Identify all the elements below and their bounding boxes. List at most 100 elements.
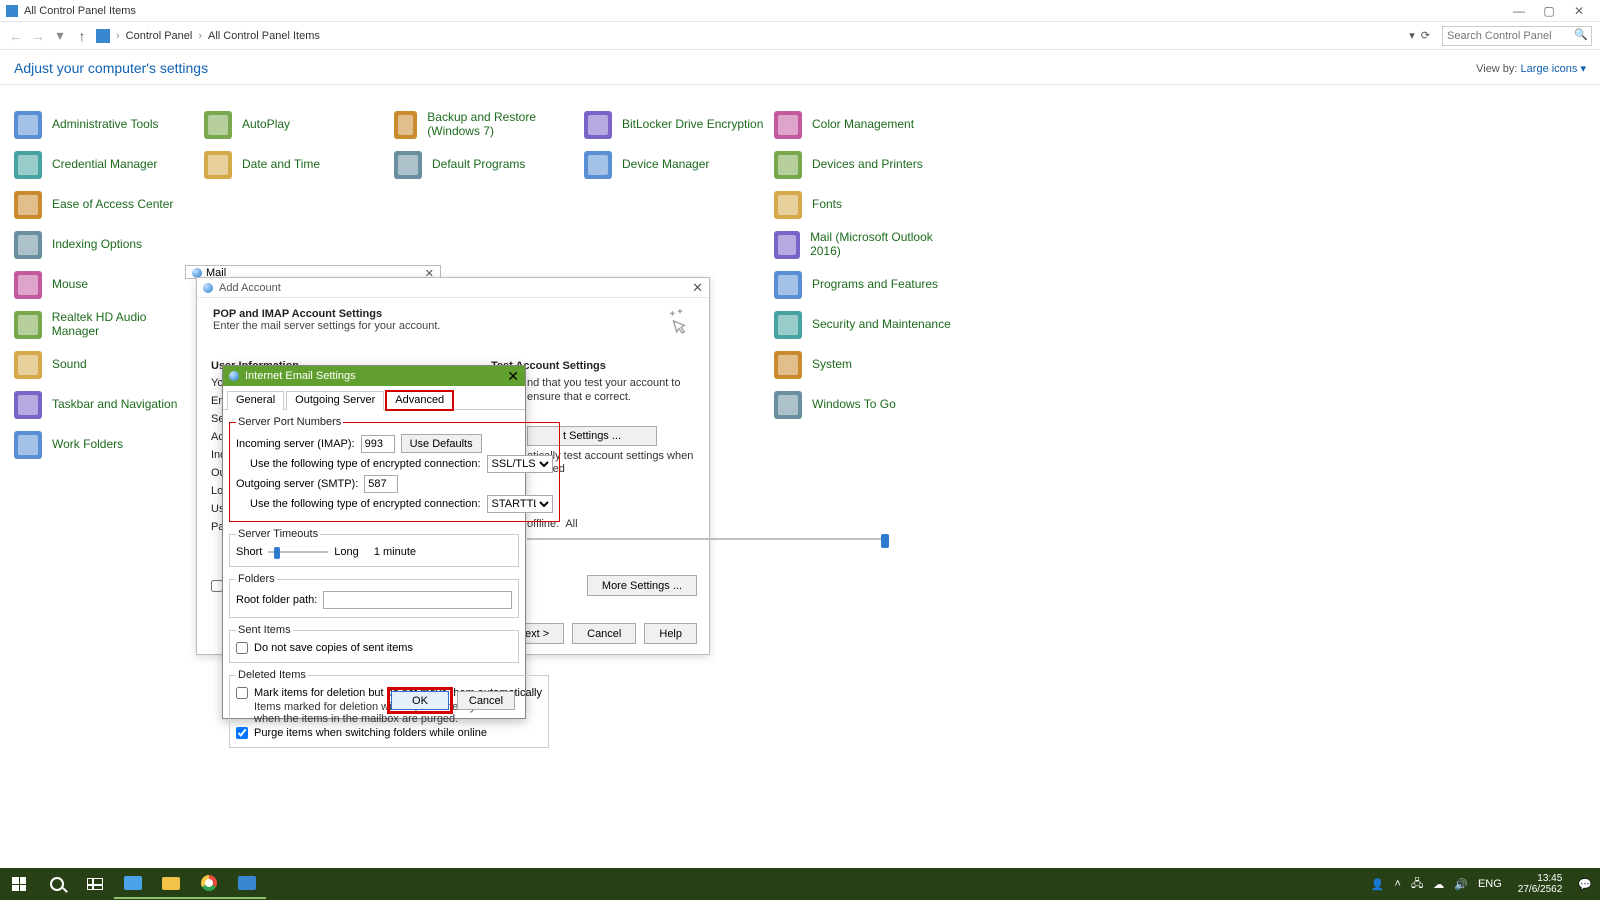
crumb-all-items[interactable]: All Control Panel Items <box>208 30 320 42</box>
ies-close-icon[interactable]: ✕ <box>507 368 519 385</box>
address-dropdown-icon[interactable]: ▾ <box>1409 29 1415 42</box>
cp-item-icon <box>774 351 802 379</box>
cp-small-icon <box>96 29 110 43</box>
cp-item[interactable]: Taskbar and Navigation <box>10 385 200 425</box>
taskbar: 👤 ˄ 🖧 ☁ 🔊 ENG 13:45 27/6/2562 💬 <box>0 868 1600 900</box>
breadcrumb-sep: › <box>116 30 120 42</box>
crumb-control-panel[interactable]: Control Panel <box>126 30 193 42</box>
recent-dropdown-icon[interactable]: ▾ <box>52 27 68 44</box>
minimize-button[interactable]: — <box>1504 4 1534 18</box>
cp-item[interactable]: Ease of Access Center <box>10 185 200 225</box>
cp-item-label: Realtek HD Audio Manager <box>52 311 196 339</box>
view-by-dropdown[interactable]: Large icons ▾ <box>1521 63 1586 75</box>
globe-icon <box>229 371 239 381</box>
taskbar-search-icon[interactable] <box>38 868 76 900</box>
cp-icon <box>6 5 18 17</box>
forward-arrow-icon[interactable]: → <box>30 28 46 44</box>
help-button[interactable]: Help <box>644 623 697 644</box>
ies-tabs: General Outgoing Server Advanced <box>223 390 525 410</box>
globe-icon <box>203 283 213 293</box>
cp-item-label: Mouse <box>52 278 88 292</box>
start-button[interactable] <box>0 868 38 900</box>
cp-item-icon <box>584 151 612 179</box>
language-indicator[interactable]: ENG <box>1478 878 1502 890</box>
mark-delete-checkbox[interactable] <box>236 687 248 699</box>
tab-general[interactable]: General <box>227 391 284 410</box>
cp-item[interactable]: System <box>770 345 960 385</box>
cp-item-icon <box>204 111 232 139</box>
search-icon[interactable]: 🔍 <box>1574 28 1588 41</box>
back-arrow-icon[interactable]: ← <box>8 28 24 44</box>
close-button[interactable]: ✕ <box>1564 4 1594 18</box>
action-center-icon[interactable]: 💬 <box>1578 878 1592 891</box>
purge-checkbox[interactable] <box>236 727 248 739</box>
more-settings-button[interactable]: More Settings ... <box>587 575 697 596</box>
cp-item-label: Date and Time <box>242 158 320 172</box>
dont-save-sent-checkbox[interactable] <box>236 642 248 654</box>
cp-item[interactable]: Device Manager <box>580 145 770 185</box>
cp-item[interactable]: Date and Time <box>200 145 390 185</box>
cp-item[interactable]: Fonts <box>770 185 960 225</box>
outgoing-enc-label: Use the following type of encrypted conn… <box>250 498 481 510</box>
onedrive-icon[interactable]: ☁ <box>1433 878 1444 891</box>
cp-item[interactable]: Security and Maintenance <box>770 305 960 345</box>
task-view-icon[interactable] <box>76 868 114 900</box>
cp-item[interactable]: Default Programs <box>390 145 580 185</box>
cp-item[interactable]: Mouse <box>10 265 200 305</box>
use-defaults-button[interactable]: Use Defaults <box>401 434 482 453</box>
clock[interactable]: 13:45 27/6/2562 <box>1512 873 1569 895</box>
timeouts-fieldset: Server Timeouts Short Long 1 minute <box>229 528 519 567</box>
taskbar-app-1[interactable] <box>114 869 152 899</box>
cancel-button[interactable]: Cancel <box>572 623 636 644</box>
cp-item-icon <box>14 231 42 259</box>
cp-item[interactable]: Color Management <box>770 105 960 145</box>
volume-icon[interactable]: 🔊 <box>1454 878 1468 891</box>
ies-cancel-button[interactable]: Cancel <box>457 691 515 710</box>
people-icon[interactable]: 👤 <box>1371 878 1385 891</box>
breadcrumb: Control Panel › All Control Panel Items <box>126 30 1404 42</box>
incoming-port-input[interactable] <box>361 435 395 453</box>
file-explorer-icon[interactable] <box>152 869 190 899</box>
cp-item[interactable]: Realtek HD Audio Manager <box>10 305 200 345</box>
cp-item-label: Security and Maintenance <box>812 318 951 332</box>
ok-button[interactable]: OK <box>391 691 449 710</box>
tab-outgoing-server[interactable]: Outgoing Server <box>286 391 384 410</box>
up-arrow-icon[interactable]: ↑ <box>74 28 90 44</box>
network-icon[interactable]: 🖧 <box>1411 875 1423 894</box>
folders-fieldset: Folders Root folder path: <box>229 573 519 618</box>
cp-item[interactable]: Administrative Tools <box>10 105 200 145</box>
tab-advanced[interactable]: Advanced <box>386 391 453 410</box>
search-input[interactable] <box>1442 26 1592 46</box>
cp-item-label: Indexing Options <box>52 238 142 252</box>
cp-item-label: Mail (Microsoft Outlook 2016) <box>810 231 956 259</box>
outgoing-enc-select[interactable]: STARTTLS <box>487 495 553 513</box>
cp-item[interactable]: Work Folders <box>10 425 200 465</box>
chrome-icon[interactable] <box>190 869 228 899</box>
cursor-sparkle-icon <box>667 308 693 334</box>
cp-item[interactable]: Programs and Features <box>770 265 960 305</box>
cp-item[interactable]: Backup and Restore (Windows 7) <box>390 105 580 145</box>
cp-item[interactable]: Credential Manager <box>10 145 200 185</box>
add-account-close-icon[interactable]: ✕ <box>692 280 703 296</box>
cp-item[interactable]: Mail (Microsoft Outlook 2016) <box>770 225 960 265</box>
cp-item[interactable]: AutoPlay <box>200 105 390 145</box>
tray-chevron-icon[interactable]: ˄ <box>1395 878 1401 890</box>
timeout-slider[interactable] <box>268 546 328 558</box>
control-panel-task-icon[interactable] <box>228 869 266 899</box>
cp-item-icon <box>774 151 802 179</box>
outgoing-port-input[interactable] <box>364 475 398 493</box>
maximize-button[interactable]: ▢ <box>1534 4 1564 18</box>
cp-item-icon <box>394 151 422 179</box>
cp-item[interactable]: BitLocker Drive Encryption <box>580 105 770 145</box>
cp-item[interactable]: Devices and Printers <box>770 145 960 185</box>
cp-item[interactable]: Sound <box>10 345 200 385</box>
root-folder-input[interactable] <box>323 591 512 609</box>
cp-item-label: BitLocker Drive Encryption <box>622 118 763 132</box>
cp-item[interactable]: Windows To Go <box>770 385 960 425</box>
cp-item-icon <box>14 311 42 339</box>
offline-slider[interactable] <box>527 532 889 546</box>
refresh-icon[interactable]: ⟳ <box>1421 29 1430 42</box>
cp-item[interactable]: Indexing Options <box>10 225 200 265</box>
cp-item-label: Device Manager <box>622 158 709 172</box>
incoming-enc-select[interactable]: SSL/TLS <box>487 455 553 473</box>
